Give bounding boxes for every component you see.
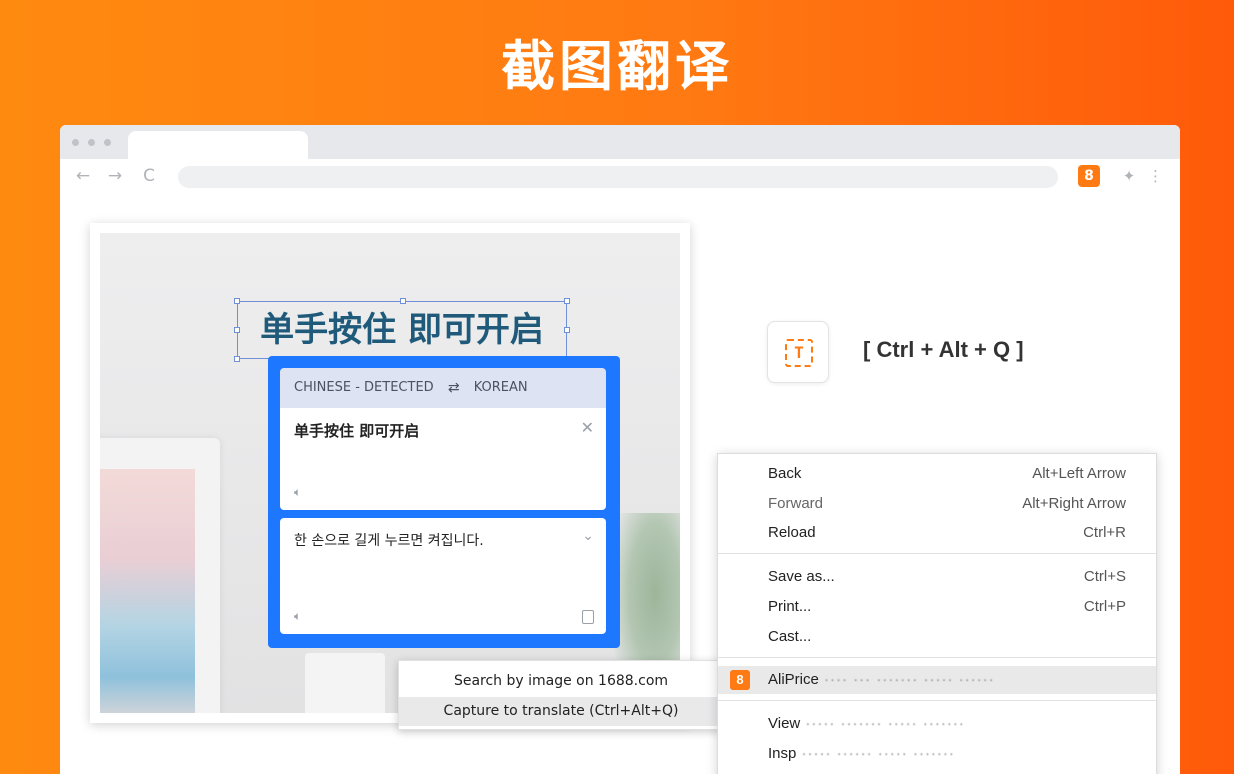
window-maximize-dot[interactable] [104,139,111,146]
photo-artwork [100,469,195,713]
menu-item-inspect[interactable]: Insp ····· ······ ····· ······· [718,740,1156,768]
menu-item-shortcut: Ctrl+P [1083,598,1126,615]
selection-handle[interactable] [234,356,240,362]
menu-item-print[interactable]: Print... Ctrl+P [718,593,1156,621]
menu-item-back[interactable]: Back Alt+Left Arrow [718,460,1156,488]
puzzle-icon[interactable]: ✦ [1118,165,1140,187]
browser-window: ← → C 8 ✦ ⋮ 单手按住 即可开启 CHINESE - DETECTED… [60,125,1180,774]
menu-item-label: Cast... [768,628,812,645]
window-close-dot[interactable] [72,139,79,146]
menu-item-label: Insp ····· ······ ····· ······· [768,745,955,762]
aliprice-extension-icon[interactable]: 8 [1078,165,1100,187]
menu-item-label: View ····· ······· ····· ······· [768,715,965,732]
selection-handle[interactable] [234,298,240,304]
tab-strip [60,125,1180,159]
menu-item-label: Save as... [768,568,835,585]
shortcut-label: [ Ctrl + Alt + Q ] [863,337,1024,362]
menu-item-shortcut: Alt+Left Arrow [1032,465,1126,482]
aliprice-logo-icon: 8 [730,670,750,690]
chevron-down-icon[interactable]: ⌄ [582,528,594,544]
menu-item-capture-to-translate[interactable]: Capture to translate (Ctrl+Alt+Q) [399,697,723,726]
selection-handle[interactable] [400,298,406,304]
selection-handle[interactable] [234,327,240,333]
kebab-menu-icon[interactable]: ⋮ [1148,165,1163,187]
demo-card: 单手按住 即可开启 CHINESE - DETECTED ⇄ KOREAN 单手… [90,223,690,723]
scan-text-icon: T [785,339,813,367]
menu-item-view-source[interactable]: View ····· ······· ····· ······· [718,710,1156,738]
menu-separator [718,553,1156,554]
menu-item-label: Forward [768,495,824,512]
shortcut-icon-tile[interactable]: T [767,321,829,383]
menu-item-label: AliPrice ···· ··· ······· ····· ······ [768,671,995,688]
forward-arrow-icon[interactable]: → [104,165,126,187]
back-arrow-icon[interactable]: ← [72,165,94,187]
banner-title: 截图翻译 [501,35,733,98]
language-bar: CHINESE - DETECTED ⇄ KOREAN [280,368,606,408]
source-text: 单手按住 即可开启 [294,422,420,440]
reload-icon[interactable]: C [138,165,160,187]
target-language[interactable]: KOREAN [474,368,528,408]
page-context-menu: Back Alt+Left Arrow Forward Alt+Right Ar… [717,453,1157,774]
translate-popup: CHINESE - DETECTED ⇄ KOREAN 单手按住 即可开启 ✕ … [268,356,620,648]
source-language[interactable]: CHINESE - DETECTED [294,368,434,408]
source-text-box: 单手按住 即可开启 ✕ 🔈︎ [280,408,606,510]
menu-item-save-as[interactable]: Save as... Ctrl+S [718,563,1156,591]
close-icon[interactable]: ✕ [581,418,594,437]
menu-item-label: Reload [768,524,816,541]
swap-languages-icon[interactable]: ⇄ [448,368,460,408]
menu-item-cast[interactable]: Cast... [718,623,1156,651]
translation-box: 한 손으로 길게 누르면 켜집니다. ⌄ 🔈︎ [280,518,606,634]
selection-handle[interactable] [564,298,570,304]
selected-text: 单手按住 即可开启 [260,310,544,350]
menu-item-search-by-image[interactable]: Search by image on 1688.com [399,667,723,696]
selection-handle[interactable] [564,327,570,333]
menu-separator [718,657,1156,658]
menu-separator [718,700,1156,701]
menu-item-shortcut: Ctrl+S [1083,568,1126,585]
translated-text: 한 손으로 길게 누르면 켜집니다. [294,533,484,549]
menu-item-aliprice[interactable]: 8 AliPrice ···· ··· ······· ····· ······ [718,666,1156,694]
selection-box[interactable]: 单手按住 即可开启 [234,298,570,362]
menu-item-forward[interactable]: Forward Alt+Right Arrow [718,490,1156,518]
image-context-menu: Search by image on 1688.com Capture to t… [398,660,724,730]
speaker-icon[interactable]: 🔈︎ [294,609,301,624]
menu-item-shortcut: Alt+Right Arrow [1022,495,1126,512]
copy-icon[interactable] [582,610,594,624]
menu-item-shortcut: Ctrl+R [1083,524,1126,541]
window-minimize-dot[interactable] [88,139,95,146]
speaker-icon[interactable]: 🔈︎ [294,485,301,500]
browser-tab[interactable] [128,131,308,159]
menu-item-reload[interactable]: Reload Ctrl+R [718,519,1156,547]
menu-item-label: Print... [768,598,812,615]
photo-vase [305,653,385,713]
toolbar: ← → C 8 ✦ ⋮ [60,159,1180,195]
address-bar[interactable] [178,166,1058,188]
menu-item-label: Back [768,465,802,482]
